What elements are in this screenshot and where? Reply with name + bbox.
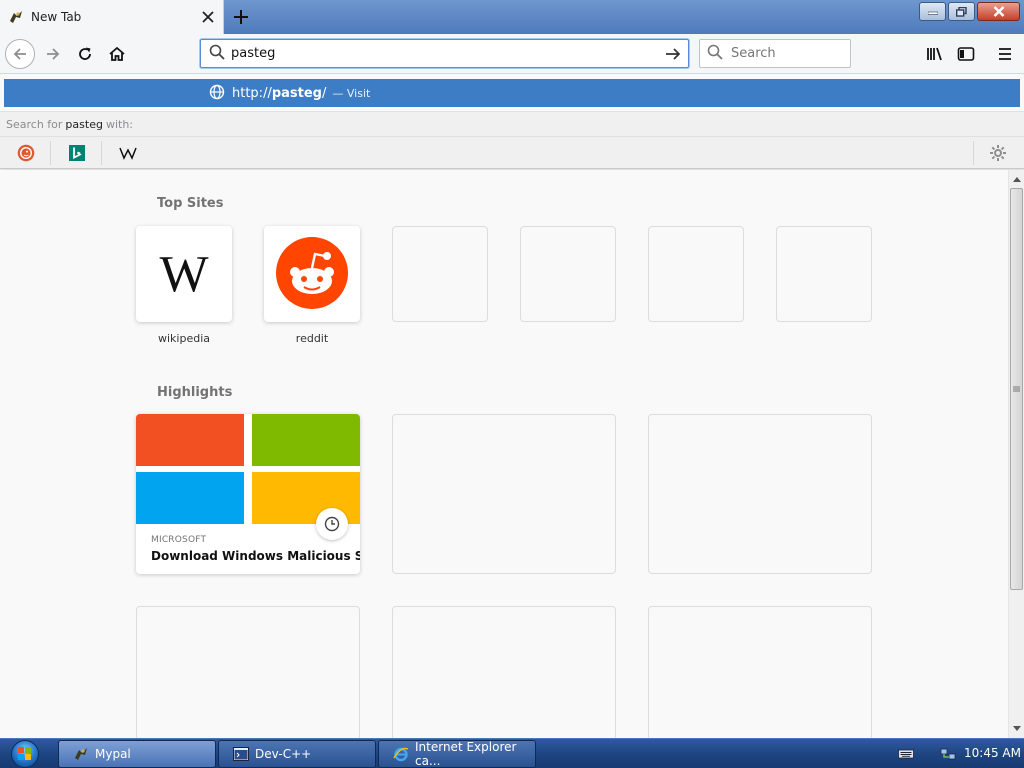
wikipedia-logo-icon: W [159, 245, 209, 303]
back-button[interactable] [5, 39, 35, 69]
search-with-label: Search for pasteg with: [0, 111, 1024, 137]
autocomplete-action: — Visit [332, 86, 371, 100]
search-icon [707, 44, 723, 63]
dev-cpp-icon [233, 746, 249, 762]
top-site-tile-reddit[interactable] [264, 226, 360, 322]
internet-explorer-icon [393, 746, 409, 762]
library-button[interactable] [920, 39, 950, 69]
highlight-placeholder [648, 606, 872, 738]
highlight-host: MICROSOFT [151, 535, 207, 545]
tab-new-tab[interactable]: New Tab [0, 0, 224, 34]
scroll-up-arrow-icon[interactable] [1009, 171, 1024, 187]
highlight-title: Download Windows Malicious So... [151, 549, 360, 563]
reddit-logo-icon [276, 236, 348, 312]
go-arrow-icon[interactable] [661, 42, 685, 66]
taskbar-item-label: Mypal [95, 747, 131, 761]
scrollbar-thumb[interactable] [1010, 188, 1023, 590]
scroll-down-arrow-icon[interactable] [1009, 721, 1024, 737]
top-site-placeholder [648, 226, 744, 322]
highlights-heading: Highlights [157, 385, 233, 400]
vertical-scrollbar[interactable] [1008, 170, 1024, 738]
taskbar-item-label: Dev-C++ [255, 747, 312, 761]
window-controls [919, 2, 1020, 21]
highlight-placeholder [648, 414, 872, 574]
microsoft-logo-image [136, 414, 360, 524]
mypal-icon [73, 746, 89, 762]
highlight-placeholder [136, 606, 360, 738]
keyboard-icon[interactable] [898, 746, 914, 762]
duckduckgo-engine-icon[interactable] [16, 143, 36, 163]
highlight-placeholder [392, 414, 616, 574]
top-site-placeholder [776, 226, 872, 322]
search-settings-gear-icon[interactable] [988, 143, 1008, 163]
close-tab-icon[interactable] [195, 4, 221, 30]
url-bar[interactable] [200, 39, 689, 68]
home-button[interactable] [102, 39, 132, 69]
clock-icon [316, 508, 348, 540]
url-input[interactable] [225, 46, 661, 61]
new-tab-button[interactable] [228, 4, 254, 30]
top-site-placeholder [392, 226, 488, 322]
windows-logo-icon [11, 740, 39, 768]
close-window-button[interactable] [977, 2, 1020, 21]
taskbar-item-mypal[interactable]: Mypal [58, 740, 216, 768]
wikipedia-engine-icon[interactable] [118, 143, 138, 163]
sidebar-toggle-button[interactable] [951, 39, 981, 69]
taskbar-item-label: Internet Explorer ca... [415, 740, 517, 768]
reload-button[interactable] [70, 39, 100, 69]
mypal-favicon-icon [8, 9, 24, 25]
top-site-tile-wikipedia[interactable]: W [136, 226, 232, 322]
one-off-search-engines [0, 137, 1024, 169]
globe-icon [209, 84, 225, 103]
top-site-label: reddit [295, 332, 329, 345]
title-bar: New Tab [0, 0, 1024, 34]
restore-button[interactable] [948, 2, 975, 21]
search-bar[interactable] [699, 39, 851, 68]
top-site-label: wikipedia [157, 332, 210, 345]
minimize-button[interactable] [919, 2, 946, 21]
bing-engine-icon[interactable] [67, 143, 87, 163]
top-site-placeholder [520, 226, 616, 322]
highlight-placeholder [392, 606, 616, 738]
top-sites-heading: Top Sites [157, 196, 224, 211]
search-input[interactable] [723, 46, 833, 61]
taskbar: Mypal Dev-C++ Internet Explorer ca... 10… [0, 738, 1024, 768]
autocomplete-visit-row[interactable]: http://pasteg/ — Visit [4, 79, 1020, 107]
new-tab-page: Top Sites W wikipedia reddit Highlights [0, 170, 1008, 738]
tab-title: New Tab [31, 10, 82, 24]
network-icon[interactable] [940, 746, 956, 762]
start-button[interactable] [6, 739, 44, 768]
search-icon [209, 44, 225, 63]
hamburger-menu-button[interactable] [990, 39, 1020, 69]
autocomplete-url: http://pasteg/ [232, 85, 327, 101]
taskbar-clock[interactable]: 10:45 AM [964, 746, 1021, 760]
taskbar-item-internet-explorer[interactable]: Internet Explorer ca... [378, 740, 536, 768]
taskbar-item-dev-cpp[interactable]: Dev-C++ [218, 740, 376, 768]
navigation-toolbar [0, 34, 1024, 74]
forward-button[interactable] [38, 39, 68, 69]
highlight-card-microsoft[interactable]: MICROSOFT Download Windows Malicious So.… [136, 414, 360, 574]
